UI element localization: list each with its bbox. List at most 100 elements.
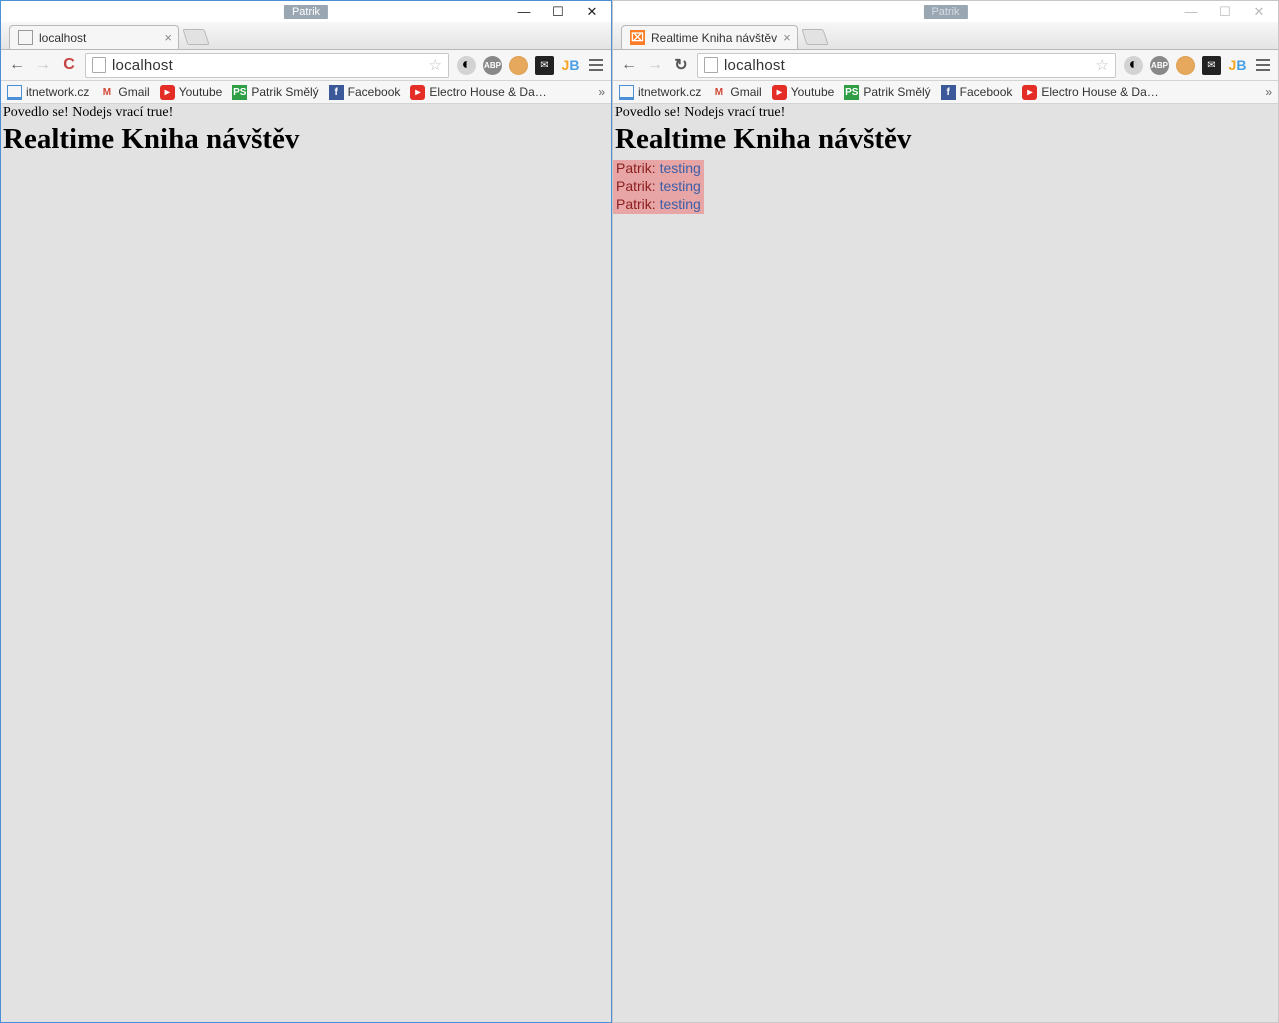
bookmark-facebook[interactable]: f Facebook [329, 85, 401, 100]
tab-title: localhost [39, 31, 86, 45]
tab-localhost[interactable]: localhost × [9, 25, 179, 49]
facebook-icon: f [329, 85, 344, 100]
bookmark-electro[interactable]: ▸ Electro House & Da… [1022, 85, 1158, 100]
adblock-icon[interactable]: ABP [1150, 56, 1169, 75]
bookmark-label: Facebook [348, 85, 401, 99]
back-button[interactable]: ← [7, 55, 27, 75]
youtube-icon: ▸ [410, 85, 425, 100]
page-heading: Realtime Kniha návštěv [613, 122, 1278, 160]
url-text: localhost [724, 57, 785, 74]
guestbook-rows: Patrik: testing Patrik: testing Patrik: … [613, 160, 704, 214]
page-icon [92, 57, 106, 73]
minimize-button[interactable]: — [1184, 5, 1198, 19]
chevron-right-icon[interactable]: » [1265, 85, 1272, 99]
bookmark-star-icon[interactable]: ☆ [429, 56, 442, 74]
youtube-icon: ▸ [1022, 85, 1037, 100]
bookmark-electro[interactable]: ▸Electro House & Da… [410, 85, 546, 100]
bookmark-label: Facebook [960, 85, 1013, 99]
bookmark-patrik[interactable]: PS Patrik Smělý [844, 85, 930, 100]
bookmark-label: itnetwork.cz [26, 85, 89, 99]
tab-close-icon[interactable]: × [164, 30, 172, 45]
mail-icon[interactable]: ✉ [535, 56, 554, 75]
cookie-icon[interactable] [1176, 56, 1195, 75]
tabstrip: ⌧ Realtime Kniha návštěv × [613, 22, 1278, 50]
extension-circle-icon[interactable]: ◐ [457, 56, 476, 75]
extension-icons: ◐ ABP ✉ JB [1122, 56, 1272, 75]
bookmark-facebook[interactable]: f Facebook [941, 85, 1013, 100]
facebook-icon: f [941, 85, 956, 100]
close-button[interactable]: ✕ [1252, 5, 1266, 19]
bookmark-label: Patrik Smělý [863, 85, 930, 99]
new-tab-button[interactable] [182, 29, 209, 45]
titlebar[interactable]: Patrik — ☐ ✕ [1, 1, 611, 22]
address-bar[interactable]: localhost ☆ [85, 53, 449, 78]
jb-icon[interactable]: JB [1228, 56, 1247, 75]
bookmark-label: Patrik Smělý [251, 85, 318, 99]
browser-window-right: Patrik — ☐ ✕ ⌧ Realtime Kniha návštěv × … [612, 0, 1279, 1023]
row-name: Patrik [616, 160, 652, 176]
user-badge[interactable]: Patrik [923, 5, 967, 19]
bookmark-youtube[interactable]: ▸ Youtube [772, 85, 835, 100]
cookie-icon[interactable] [509, 56, 528, 75]
bookmark-label: Gmail [118, 85, 149, 99]
forward-button[interactable]: → [645, 55, 665, 75]
user-badge[interactable]: Patrik [284, 5, 328, 19]
bookmark-label: Electro House & Da… [1041, 85, 1158, 99]
bookmark-bar: itnetwork.cz M Gmail ▸ Youtube PS Patrik Sm… [613, 81, 1278, 104]
chevron-right-icon[interactable]: » [598, 85, 605, 99]
bookmark-itnetwork[interactable]: itnetwork.cz [619, 85, 701, 100]
blank-favicon-icon [18, 30, 33, 45]
browser-window-left: Patrik — ☐ ✕ localhost × ← → C localhost… [0, 0, 612, 1023]
youtube-icon: ▸ [160, 85, 175, 100]
stop-reload-button[interactable]: C [59, 55, 79, 75]
maximize-button[interactable]: ☐ [551, 5, 565, 19]
status-text: Povedlo se! Nodejs vrací true! [613, 104, 1278, 122]
page-content: Povedlo se! Nodejs vrací true! Realtime … [613, 104, 1278, 1022]
bookmark-label: Gmail [730, 85, 761, 99]
row-name: Patrik [616, 178, 652, 194]
window-controls: — ☐ ✕ [517, 5, 609, 19]
adblock-icon[interactable]: ABP [483, 56, 502, 75]
bookmark-youtube[interactable]: ▸Youtube [160, 85, 223, 100]
back-button[interactable]: ← [619, 55, 639, 75]
ps-icon: PS [232, 85, 247, 100]
jb-icon[interactable]: JB [561, 56, 580, 75]
status-text: Povedlo se! Nodejs vrací true! [1, 104, 611, 122]
new-tab-button[interactable] [801, 29, 828, 45]
tabstrip: localhost × [1, 22, 611, 50]
xampp-favicon-icon: ⌧ [630, 30, 645, 45]
forward-button[interactable]: → [33, 55, 53, 75]
chrome-menu-icon[interactable] [1254, 59, 1272, 71]
bookmark-label: Youtube [791, 85, 835, 99]
tab-close-icon[interactable]: × [783, 30, 791, 45]
bookmark-star-icon[interactable]: ☆ [1096, 56, 1109, 74]
bookmark-itnetwork[interactable]: itnetwork.cz [7, 85, 89, 100]
tab-realtime[interactable]: ⌧ Realtime Kniha návštěv × [621, 25, 798, 49]
youtube-icon: ▸ [772, 85, 787, 100]
bookmark-gmail[interactable]: M Gmail [711, 85, 761, 100]
minimize-button[interactable]: — [517, 5, 531, 19]
extension-circle-icon[interactable]: ◐ [1124, 56, 1143, 75]
toolbar: ← → C localhost ☆ ◐ ABP ✉ JB [1, 50, 611, 81]
bookmark-gmail[interactable]: M Gmail [99, 85, 149, 100]
reload-button[interactable]: ↻ [671, 55, 691, 75]
mail-icon[interactable]: ✉ [1202, 56, 1221, 75]
bookmark-patrik[interactable]: PS Patrik Smělý [232, 85, 318, 100]
bookmark-label: itnetwork.cz [638, 85, 701, 99]
page-heading: Realtime Kniha návštěv [1, 122, 611, 160]
gmail-icon: M [711, 85, 726, 100]
row-msg: testing [660, 160, 701, 176]
row-sep: : [652, 196, 660, 212]
maximize-button[interactable]: ☐ [1218, 5, 1232, 19]
address-bar[interactable]: localhost ☆ [697, 53, 1116, 78]
gmail-icon: M [99, 85, 114, 100]
guestbook-row: Patrik: testing [613, 196, 704, 214]
close-button[interactable]: ✕ [585, 5, 599, 19]
titlebar[interactable]: Patrik — ☐ ✕ [613, 1, 1278, 22]
chrome-menu-icon[interactable] [587, 59, 605, 71]
laptop-icon [619, 85, 634, 100]
window-controls: — ☐ ✕ [1184, 5, 1276, 19]
bookmark-bar: itnetwork.cz M Gmail ▸Youtube PS Patrik Sm… [1, 81, 611, 104]
ps-icon: PS [844, 85, 859, 100]
extension-icons: ◐ ABP ✉ JB [455, 56, 605, 75]
